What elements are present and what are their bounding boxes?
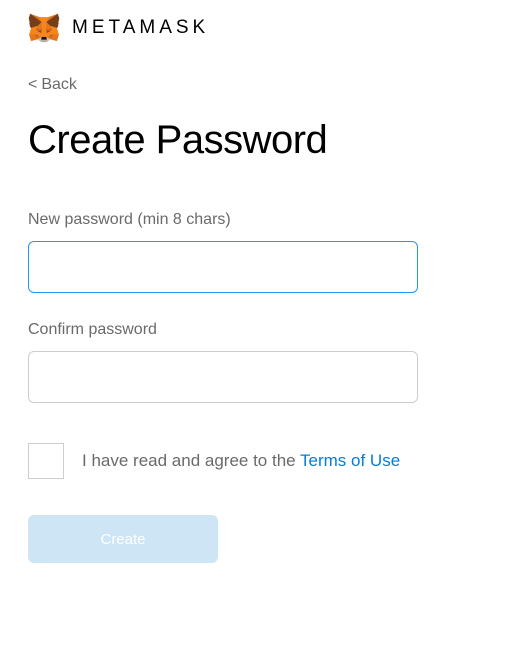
terms-prefix: I have read and agree to the [82, 451, 300, 470]
terms-of-use-link[interactable]: Terms of Use [300, 451, 400, 470]
new-password-group: New password (min 8 chars) [28, 211, 491, 293]
new-password-label: New password (min 8 chars) [28, 211, 491, 229]
back-label: Back [41, 76, 77, 93]
chevron-left-icon: < [28, 76, 37, 93]
brand-name: METAMASK [72, 17, 209, 39]
confirm-password-group: Confirm password [28, 321, 491, 403]
terms-row: I have read and agree to the Terms of Us… [28, 443, 491, 479]
new-password-input[interactable] [28, 241, 418, 293]
terms-checkbox[interactable] [28, 443, 64, 479]
create-button[interactable]: Create [28, 515, 218, 563]
confirm-password-label: Confirm password [28, 321, 491, 339]
back-link[interactable]: <Back [28, 76, 491, 94]
page-title: Create Password [28, 118, 491, 163]
metamask-logo-icon [28, 12, 60, 44]
app-header: METAMASK [28, 12, 491, 44]
confirm-password-input[interactable] [28, 351, 418, 403]
terms-label: I have read and agree to the Terms of Us… [82, 451, 400, 471]
